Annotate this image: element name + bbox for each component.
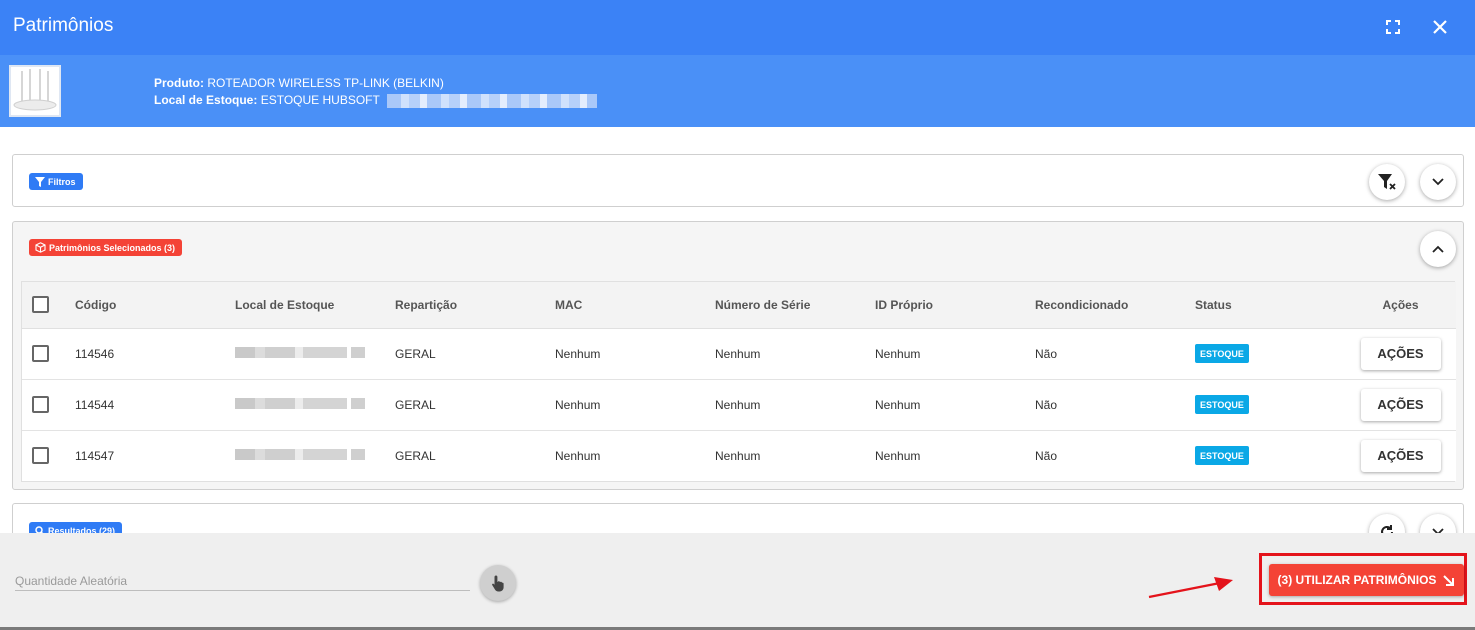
cell-codigo: 114547	[75, 448, 115, 463]
product-line: Produto: ROTEADOR WIRELESS TP-LINK (BELK…	[154, 75, 597, 92]
filters-panel: Filtros	[12, 154, 1464, 207]
cell-codigo: 114544	[65, 379, 225, 431]
stock-location-label: Local de Estoque:	[154, 93, 258, 107]
column-header: Repartição	[385, 282, 545, 329]
redacted-location	[235, 346, 365, 358]
selected-assets-table: Código Local de Estoque Repartição MAC N…	[22, 282, 1456, 481]
product-value: ROTEADOR WIRELESS TP-LINK (BELKIN)	[207, 76, 444, 90]
random-quantity-input[interactable]	[15, 571, 470, 591]
cell-serie: Nenhum	[705, 379, 865, 431]
actions-button[interactable]: AÇÕES	[1360, 388, 1441, 421]
actions-button[interactable]: AÇÕES	[1360, 439, 1441, 472]
cell-serie: Nenhum	[705, 328, 865, 380]
column-header: Número de Série	[705, 282, 865, 329]
stock-location-line: Local de Estoque: ESTOQUE HUBSOFT	[154, 92, 597, 109]
box-icon	[35, 242, 46, 253]
close-icon[interactable]	[1428, 15, 1452, 39]
row-checkbox[interactable]	[32, 345, 49, 362]
column-header: Local de Estoque	[225, 282, 385, 329]
filter-clear-icon	[1378, 174, 1396, 190]
modal-header: Patrimônios	[0, 0, 1475, 55]
cell-codigo: 114546	[65, 328, 225, 380]
column-header: Recondicionado	[1025, 282, 1185, 329]
product-image	[9, 65, 61, 117]
clear-filters-button[interactable]	[1369, 164, 1405, 200]
chevron-down-icon	[1432, 178, 1444, 186]
cell-id-proprio: Nenhum	[865, 379, 1025, 431]
cell-reparticao: GERAL	[395, 448, 436, 463]
table-row: 114547 GERAL Nenhum Nenhum Nenhum Não ES…	[22, 430, 1456, 481]
filters-chip[interactable]: Filtros	[29, 173, 83, 190]
modal-content: Filtros Patrimônios Selecionados (3) Cód…	[0, 127, 1475, 550]
selected-assets-table-wrapper: Código Local de Estoque Repartição MAC N…	[21, 281, 1456, 482]
table-header-row: Código Local de Estoque Repartição MAC N…	[22, 282, 1456, 329]
cell-id-proprio: Nenhum	[865, 328, 1025, 380]
selected-assets-chip-label: Patrimônios Selecionados (3)	[49, 242, 176, 253]
footer-bar: (3) UTILIZAR PATRIMÔNIOS	[0, 533, 1475, 627]
use-assets-button[interactable]: (3) UTILIZAR PATRIMÔNIOS	[1269, 564, 1464, 596]
row-checkbox[interactable]	[32, 447, 49, 465]
use-assets-button-label: (3) UTILIZAR PATRIMÔNIOS	[1277, 573, 1437, 587]
product-info-bar: Produto: ROTEADOR WIRELESS TP-LINK (BELK…	[0, 55, 1475, 127]
redacted-location	[235, 448, 365, 460]
arrow-down-right-icon	[1443, 574, 1455, 586]
redacted-location	[235, 397, 365, 409]
stock-location-value: ESTOQUE HUBSOFT	[260, 93, 380, 107]
collapse-selected-button[interactable]	[1420, 231, 1456, 267]
status-badge: ESTOQUE	[1195, 395, 1249, 414]
fullscreen-icon[interactable]	[1381, 15, 1405, 39]
cell-mac: Nenhum	[555, 448, 601, 463]
annotation-arrow-icon	[1148, 577, 1233, 599]
row-checkbox[interactable]	[32, 396, 49, 413]
table-row: 114546 GERAL Nenhum Nenhum Nenhum Não ES…	[22, 328, 1456, 380]
cell-recondicionado: Não	[1035, 448, 1058, 463]
cell-reparticao: GERAL	[385, 379, 545, 431]
expand-filters-button[interactable]	[1420, 164, 1456, 200]
table-row: 114544 GERAL Nenhum Nenhum Nenhum Não ES…	[22, 379, 1456, 431]
selected-assets-panel: Patrimônios Selecionados (3) Código Loca…	[12, 221, 1464, 490]
select-all-checkbox[interactable]	[32, 296, 49, 314]
redacted-text	[386, 93, 597, 108]
cell-mac: Nenhum	[545, 379, 705, 431]
cell-recondicionado: Não	[1025, 379, 1185, 431]
cell-serie: Nenhum	[715, 448, 761, 463]
cell-reparticao: GERAL	[385, 328, 545, 380]
chevron-up-icon	[1432, 245, 1444, 253]
product-details: Produto: ROTEADOR WIRELESS TP-LINK (BELK…	[154, 75, 597, 109]
cell-recondicionado: Não	[1025, 328, 1185, 380]
status-badge: ESTOQUE	[1195, 446, 1249, 466]
filter-icon	[35, 176, 45, 187]
product-label: Produto:	[154, 76, 204, 90]
status-badge: ESTOQUE	[1195, 344, 1249, 363]
modal-title: Patrimônios	[13, 15, 114, 36]
column-header: Status	[1185, 282, 1345, 329]
hand-pointer-icon	[492, 575, 504, 592]
selected-assets-chip[interactable]: Patrimônios Selecionados (3)	[29, 239, 183, 256]
column-header: Ações	[1345, 282, 1456, 329]
cell-id-proprio: Nenhum	[875, 448, 921, 463]
column-header: MAC	[545, 282, 705, 329]
actions-button[interactable]: AÇÕES	[1360, 337, 1441, 370]
column-header: Código	[65, 282, 225, 329]
cell-mac: Nenhum	[545, 328, 705, 380]
column-header: ID Próprio	[865, 282, 1025, 329]
random-select-button[interactable]	[480, 565, 516, 601]
filters-chip-label: Filtros	[48, 176, 76, 187]
